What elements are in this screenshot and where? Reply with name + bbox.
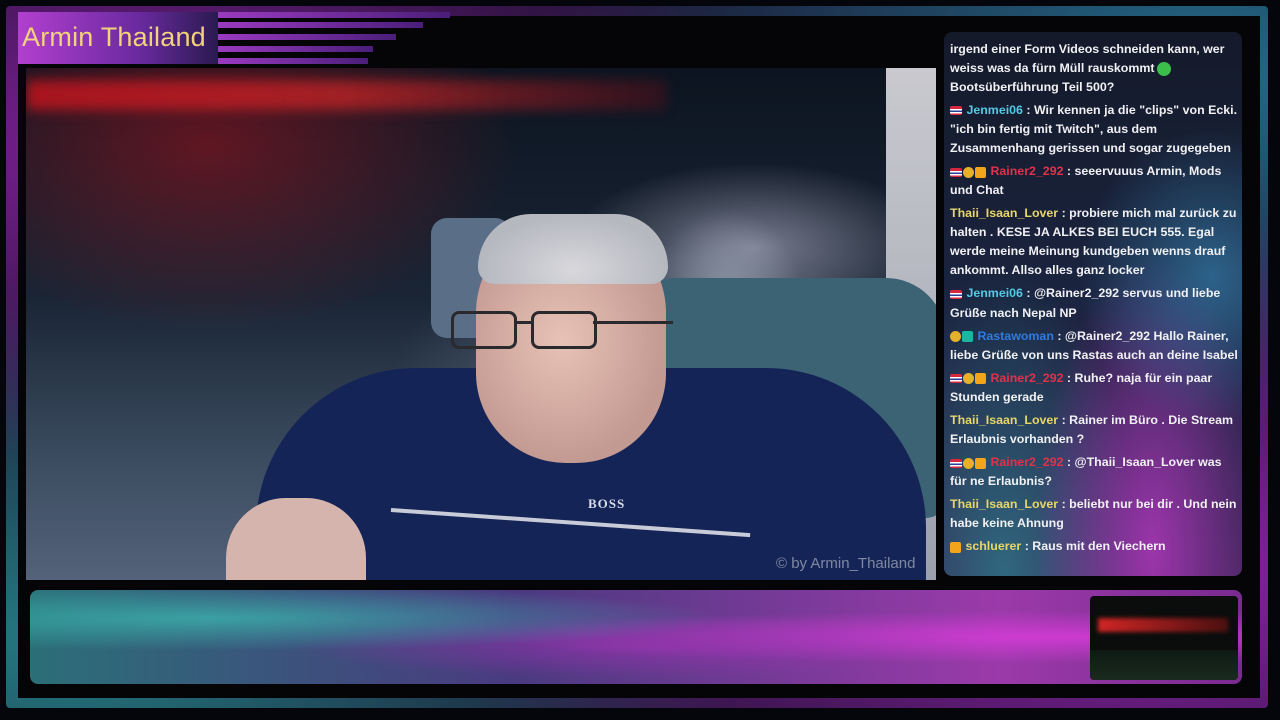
- webcam-video[interactable]: BOSS © by Armin_Thailand: [26, 68, 936, 580]
- chat-message: Rainer2_292 : seeervuuus Armin, Mods und…: [950, 162, 1222, 198]
- chat-badges: [950, 369, 987, 388]
- chat-text: irgend einer Form Videos schneiden kann,…: [950, 42, 1225, 75]
- chat-message-list[interactable]: irgend einer Form Videos schneiden kann,…: [944, 32, 1242, 557]
- chat-panel[interactable]: irgend einer Form Videos schneiden kann,…: [944, 32, 1242, 576]
- chat-badges: [950, 101, 963, 120]
- chat-username[interactable]: Thaii_Isaan_Lover: [950, 497, 1058, 511]
- chat-username[interactable]: Jenmei06: [966, 103, 1022, 117]
- flag-badge-icon: [950, 458, 962, 468]
- gold-badge-icon: [963, 166, 974, 178]
- chat-message: Thaii_Isaan_Lover : beliebt nur bei dir …: [950, 497, 1237, 531]
- flag-badge-icon: [950, 374, 962, 384]
- emote-icon: [1156, 61, 1171, 76]
- crown-badge-icon: [950, 541, 961, 553]
- gold-badge-icon: [963, 457, 974, 469]
- chat-message: Thaii_Isaan_Lover : probiere mich mal zu…: [950, 206, 1237, 278]
- chat-message: Rainer2_292 : Ruhe? naja für ein paar St…: [950, 369, 1213, 405]
- chat-message: schluerer : Raus mit den Viechern: [944, 537, 1242, 556]
- flag-badge-icon: [950, 167, 962, 177]
- chat-username[interactable]: Rainer2_292: [990, 164, 1063, 178]
- crown-badge-icon: [975, 166, 986, 178]
- crown-badge-icon: [975, 457, 986, 469]
- flag-badge-icon: [950, 106, 962, 116]
- chat-username[interactable]: Thaii_Isaan_Lover: [950, 206, 1058, 220]
- chat-message: Rainer2_292 : @Thaii_Isaan_Lover was für…: [950, 453, 1222, 489]
- chat-username[interactable]: Rastawoman: [977, 329, 1053, 343]
- chat-message: Jenmei06 : @Rainer2_292 servus und liebe…: [950, 285, 1221, 320]
- teal-badge-icon: [962, 331, 973, 343]
- chat-badges: [950, 162, 987, 181]
- gold-badge-icon: [950, 331, 961, 343]
- camera-preview-thumbnail[interactable]: [1090, 596, 1238, 680]
- streamer-figure: BOSS: [226, 138, 936, 580]
- chat-username[interactable]: schluerer: [965, 539, 1021, 553]
- chat-badges: [950, 327, 974, 346]
- chat-username[interactable]: Rainer2_292: [990, 371, 1063, 385]
- chat-text-continuation: Bootsüberführung Teil 500?: [950, 80, 1115, 94]
- chat-badges: [950, 538, 962, 557]
- chat-username[interactable]: Jenmei06: [966, 286, 1022, 300]
- hair: [478, 214, 668, 284]
- video-watermark: © by Armin_Thailand: [776, 555, 916, 572]
- chat-message: Jenmei06 : Wir kennen ja die "clips" von…: [950, 101, 1238, 156]
- bottom-banner: [30, 590, 1242, 684]
- chat-text: Raus mit den Viechern: [1032, 539, 1166, 554]
- chat-badges: [950, 453, 987, 472]
- chat-message: Thaii_Isaan_Lover : Rainer im Büro . Die…: [950, 413, 1234, 447]
- chat-username[interactable]: Thaii_Isaan_Lover: [950, 413, 1058, 427]
- chat-badges: [950, 285, 963, 304]
- shirt-logo: BOSS: [588, 496, 626, 511]
- crown-badge-icon: [975, 373, 986, 385]
- background-red-light: [26, 80, 666, 110]
- gold-badge-icon: [963, 373, 974, 385]
- chat-message: irgend einer Form Videos schneiden kann,…: [944, 40, 1242, 97]
- chat-username[interactable]: Rainer2_292: [990, 455, 1063, 469]
- channel-title: Armin Thailand: [22, 22, 206, 52]
- glasses-icon: [451, 311, 673, 349]
- flag-badge-icon: [950, 289, 962, 299]
- chat-message: Rastawoman : @Rainer2_292 Hallo Rainer, …: [950, 327, 1238, 362]
